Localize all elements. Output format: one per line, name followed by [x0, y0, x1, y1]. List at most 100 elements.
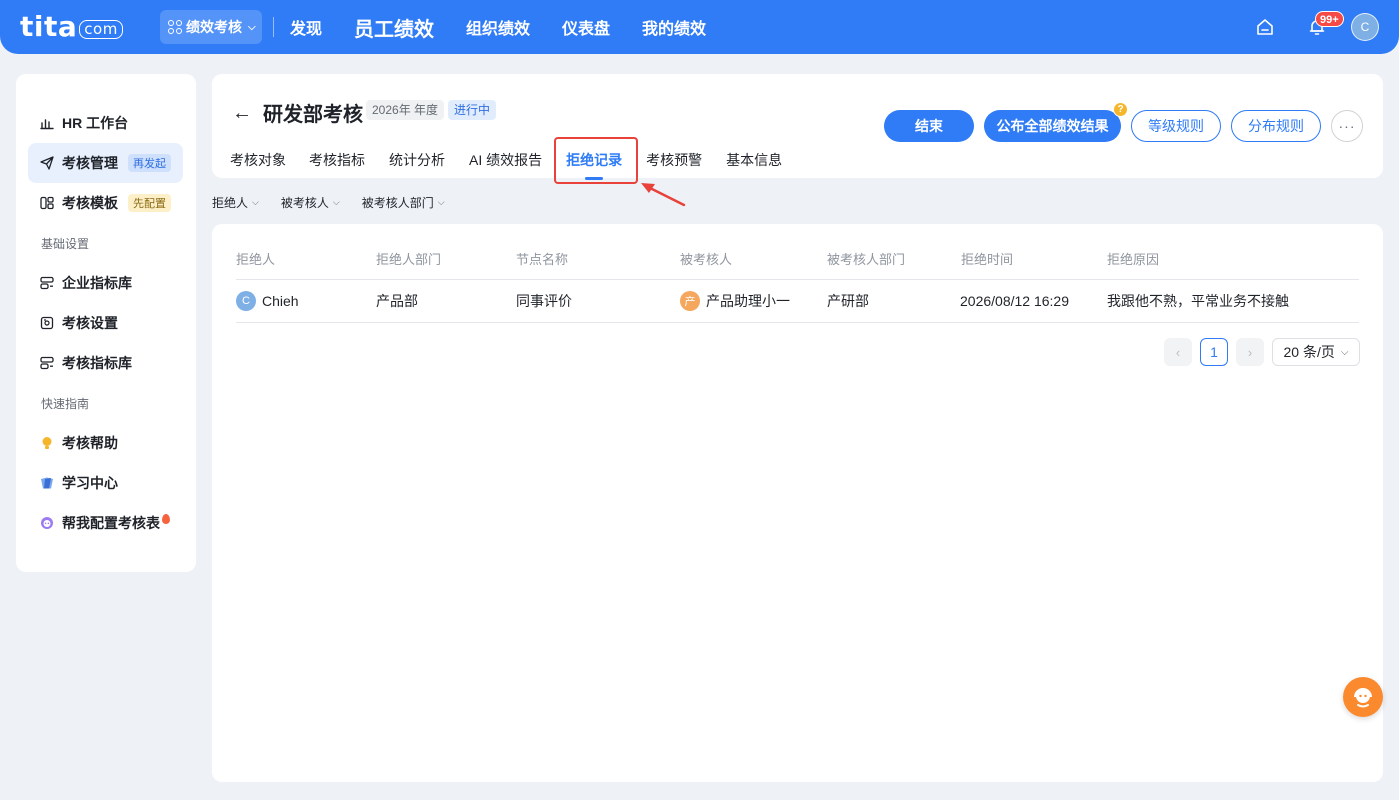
app-switcher[interactable]: 绩效考核 ⌵ — [160, 10, 262, 44]
bar-chart-icon — [40, 119, 54, 130]
rejection-time-cell: 2026/08/12 16:29 — [960, 293, 1069, 309]
help-question-icon[interactable]: ? — [1113, 102, 1128, 117]
indicator-icon — [40, 276, 54, 290]
column-header: 被考核人 — [680, 252, 733, 267]
home-icon[interactable] — [1255, 17, 1275, 37]
filter-rejector[interactable]: 拒绝人 ⌵ — [212, 193, 259, 211]
page-size-select[interactable]: 20 条/页 ⌵ — [1272, 338, 1360, 366]
customer-service-button[interactable] — [1343, 677, 1383, 717]
distribution-rules-button[interactable]: 分布规则 — [1231, 110, 1321, 142]
filter-label: 被考核人 — [280, 195, 329, 210]
bulb-icon — [42, 437, 52, 449]
logo-text: tita — [20, 10, 78, 43]
assessee-cell: 产 产品助理小一 — [680, 280, 790, 322]
sidebar-group-basic-settings: 基础设置 — [41, 237, 90, 251]
headset-icon — [1354, 688, 1372, 708]
column-header: 节点名称 — [516, 252, 569, 267]
more-options-button[interactable]: ··· — [1331, 110, 1363, 142]
rejection-reason-cell: 我跟他不熟，平常业务不接触 — [1107, 293, 1289, 309]
page-title: 研发部考核 — [263, 104, 363, 126]
tab-statistics[interactable]: 统计分析 — [389, 146, 445, 174]
tab-basic-info[interactable]: 基本信息 — [726, 146, 782, 174]
end-button[interactable]: 结束 — [884, 110, 974, 142]
chevron-down-icon: ⌵ — [1340, 346, 1349, 358]
next-page-button[interactable]: › — [1236, 338, 1264, 366]
tab-assessment-warnings[interactable]: 考核预警 — [646, 146, 702, 174]
app-grid-icon — [168, 20, 182, 34]
sidebar-item-label: 帮我配置考核表 — [62, 515, 160, 531]
indicator-icon — [40, 356, 54, 370]
back-arrow-icon[interactable]: ← — [232, 102, 252, 125]
chevron-down-icon: ⌵ — [332, 196, 340, 207]
tita-logo[interactable]: tita com — [20, 10, 123, 43]
annotation-arrow-icon — [641, 183, 686, 207]
prev-page-button[interactable]: ‹ — [1164, 338, 1192, 366]
sidebar-item-learning-center[interactable]: 学习中心 — [28, 463, 183, 503]
column-header: 被考核人部门 — [827, 252, 906, 267]
sidebar-item-label: 考核指标库 — [62, 355, 132, 371]
nav-discover[interactable]: 发现 — [290, 0, 322, 54]
tab-assessment-targets[interactable]: 考核对象 — [230, 146, 286, 174]
sidebar-item-help-configure[interactable]: 帮我配置考核表 — [28, 503, 183, 543]
sidebar-item-assessment-management[interactable]: 考核管理 再发起 — [28, 143, 183, 183]
status-badge: 进行中 — [448, 100, 497, 120]
sidebar-item-enterprise-indicators[interactable]: 企业指标库 — [28, 263, 183, 303]
paper-plane-icon — [40, 156, 54, 170]
logo-suffix: com — [79, 20, 123, 39]
chevron-down-icon: ⌵ — [248, 21, 256, 33]
sidebar-item-label: 考核模板 — [62, 195, 118, 211]
sidebar-group-quick-guide: 快速指南 — [41, 397, 90, 411]
settings-doc-icon — [40, 316, 54, 330]
column-header: 拒绝原因 — [1107, 252, 1160, 267]
filter-assessee-department[interactable]: 被考核人部门 ⌵ — [362, 193, 445, 211]
configure-first-tag: 先配置 — [128, 194, 171, 212]
page-number-current[interactable]: 1 — [1200, 338, 1228, 366]
tab-bar: 考核对象 考核指标 统计分析 AI 绩效报告 拒绝记录 考核预警 基本信息 — [230, 146, 782, 176]
nav-org-performance[interactable]: 组织绩效 — [466, 0, 530, 54]
sidebar-item-label: 学习中心 — [62, 475, 118, 491]
sidebar-item-label: HR 工作台 — [62, 115, 129, 131]
app-switcher-label: 绩效考核 — [186, 19, 242, 35]
sidebar-item-label: 企业指标库 — [62, 275, 132, 291]
chevron-down-icon: ⌵ — [437, 196, 445, 207]
assessee-department-cell: 产研部 — [827, 293, 869, 309]
nav-my-performance[interactable]: 我的绩效 — [642, 0, 706, 54]
user-avatar[interactable]: C — [1351, 13, 1379, 41]
notification-badge: 99+ — [1315, 11, 1344, 27]
sidebar-item-label: 考核帮助 — [62, 435, 118, 451]
annotation-highlight-box — [554, 137, 638, 184]
template-icon — [40, 196, 54, 210]
rejector-avatar: C — [236, 291, 256, 311]
assessment-header: ← 研发部考核 2026年 年度 进行中 考核对象 考核指标 统计分析 AI 绩… — [212, 74, 1383, 178]
nav-employee-performance[interactable]: 员工绩效 — [354, 0, 434, 54]
fire-icon — [162, 514, 170, 524]
rejection-records-card: 拒绝人 拒绝人部门 节点名称 被考核人 被考核人部门 拒绝时间 拒绝原因 C C… — [212, 224, 1383, 782]
publish-results-button[interactable]: 公布全部绩效结果 — [984, 110, 1121, 142]
sidebar-item-label: 考核管理 — [62, 155, 118, 171]
sidebar: HR 工作台 考核管理 再发起 考核模板 先配置 基础设置 企业指标库 考核设置… — [16, 74, 196, 572]
tab-assessment-indicators[interactable]: 考核指标 — [309, 146, 365, 174]
chevron-down-icon: ⌵ — [252, 196, 259, 207]
rejector-name: Chieh — [262, 293, 299, 309]
table-row[interactable]: C Chieh 产品部 同事评价 产 产品助理小一 产研部 2026/08/12… — [236, 280, 1359, 323]
relaunch-tag: 再发起 — [128, 154, 171, 172]
table-header: 拒绝人 拒绝人部门 节点名称 被考核人 被考核人部门 拒绝时间 拒绝原因 — [236, 238, 1359, 280]
assessee-name: 产品助理小一 — [706, 293, 790, 309]
sidebar-item-label: 考核设置 — [62, 315, 118, 331]
tab-ai-report[interactable]: AI 绩效报告 — [469, 146, 542, 174]
sidebar-item-assessment-template[interactable]: 考核模板 先配置 — [28, 183, 183, 223]
filter-label: 被考核人部门 — [361, 195, 434, 210]
filter-assessee[interactable]: 被考核人 ⌵ — [281, 193, 340, 211]
sidebar-item-assessment-indicators[interactable]: 考核指标库 — [28, 343, 183, 383]
sidebar-item-assessment-settings[interactable]: 考核设置 — [28, 303, 183, 343]
pagination: ‹ 1 › 20 条/页 ⌵ — [1164, 338, 1360, 366]
nav-dashboard[interactable]: 仪表盘 — [562, 0, 610, 54]
page-size-label: 20 条/页 — [1283, 344, 1335, 360]
sidebar-item-hr-workbench[interactable]: HR 工作台 — [28, 103, 183, 143]
sidebar-item-assessment-help[interactable]: 考核帮助 — [28, 423, 183, 463]
column-header: 拒绝人部门 — [376, 252, 442, 267]
filter-bar: 拒绝人 ⌵ 被考核人 ⌵ 被考核人部门 ⌵ — [212, 193, 445, 211]
column-header: 拒绝人 — [236, 252, 276, 267]
nav-divider — [273, 17, 274, 37]
level-rules-button[interactable]: 等级规则 — [1131, 110, 1221, 142]
